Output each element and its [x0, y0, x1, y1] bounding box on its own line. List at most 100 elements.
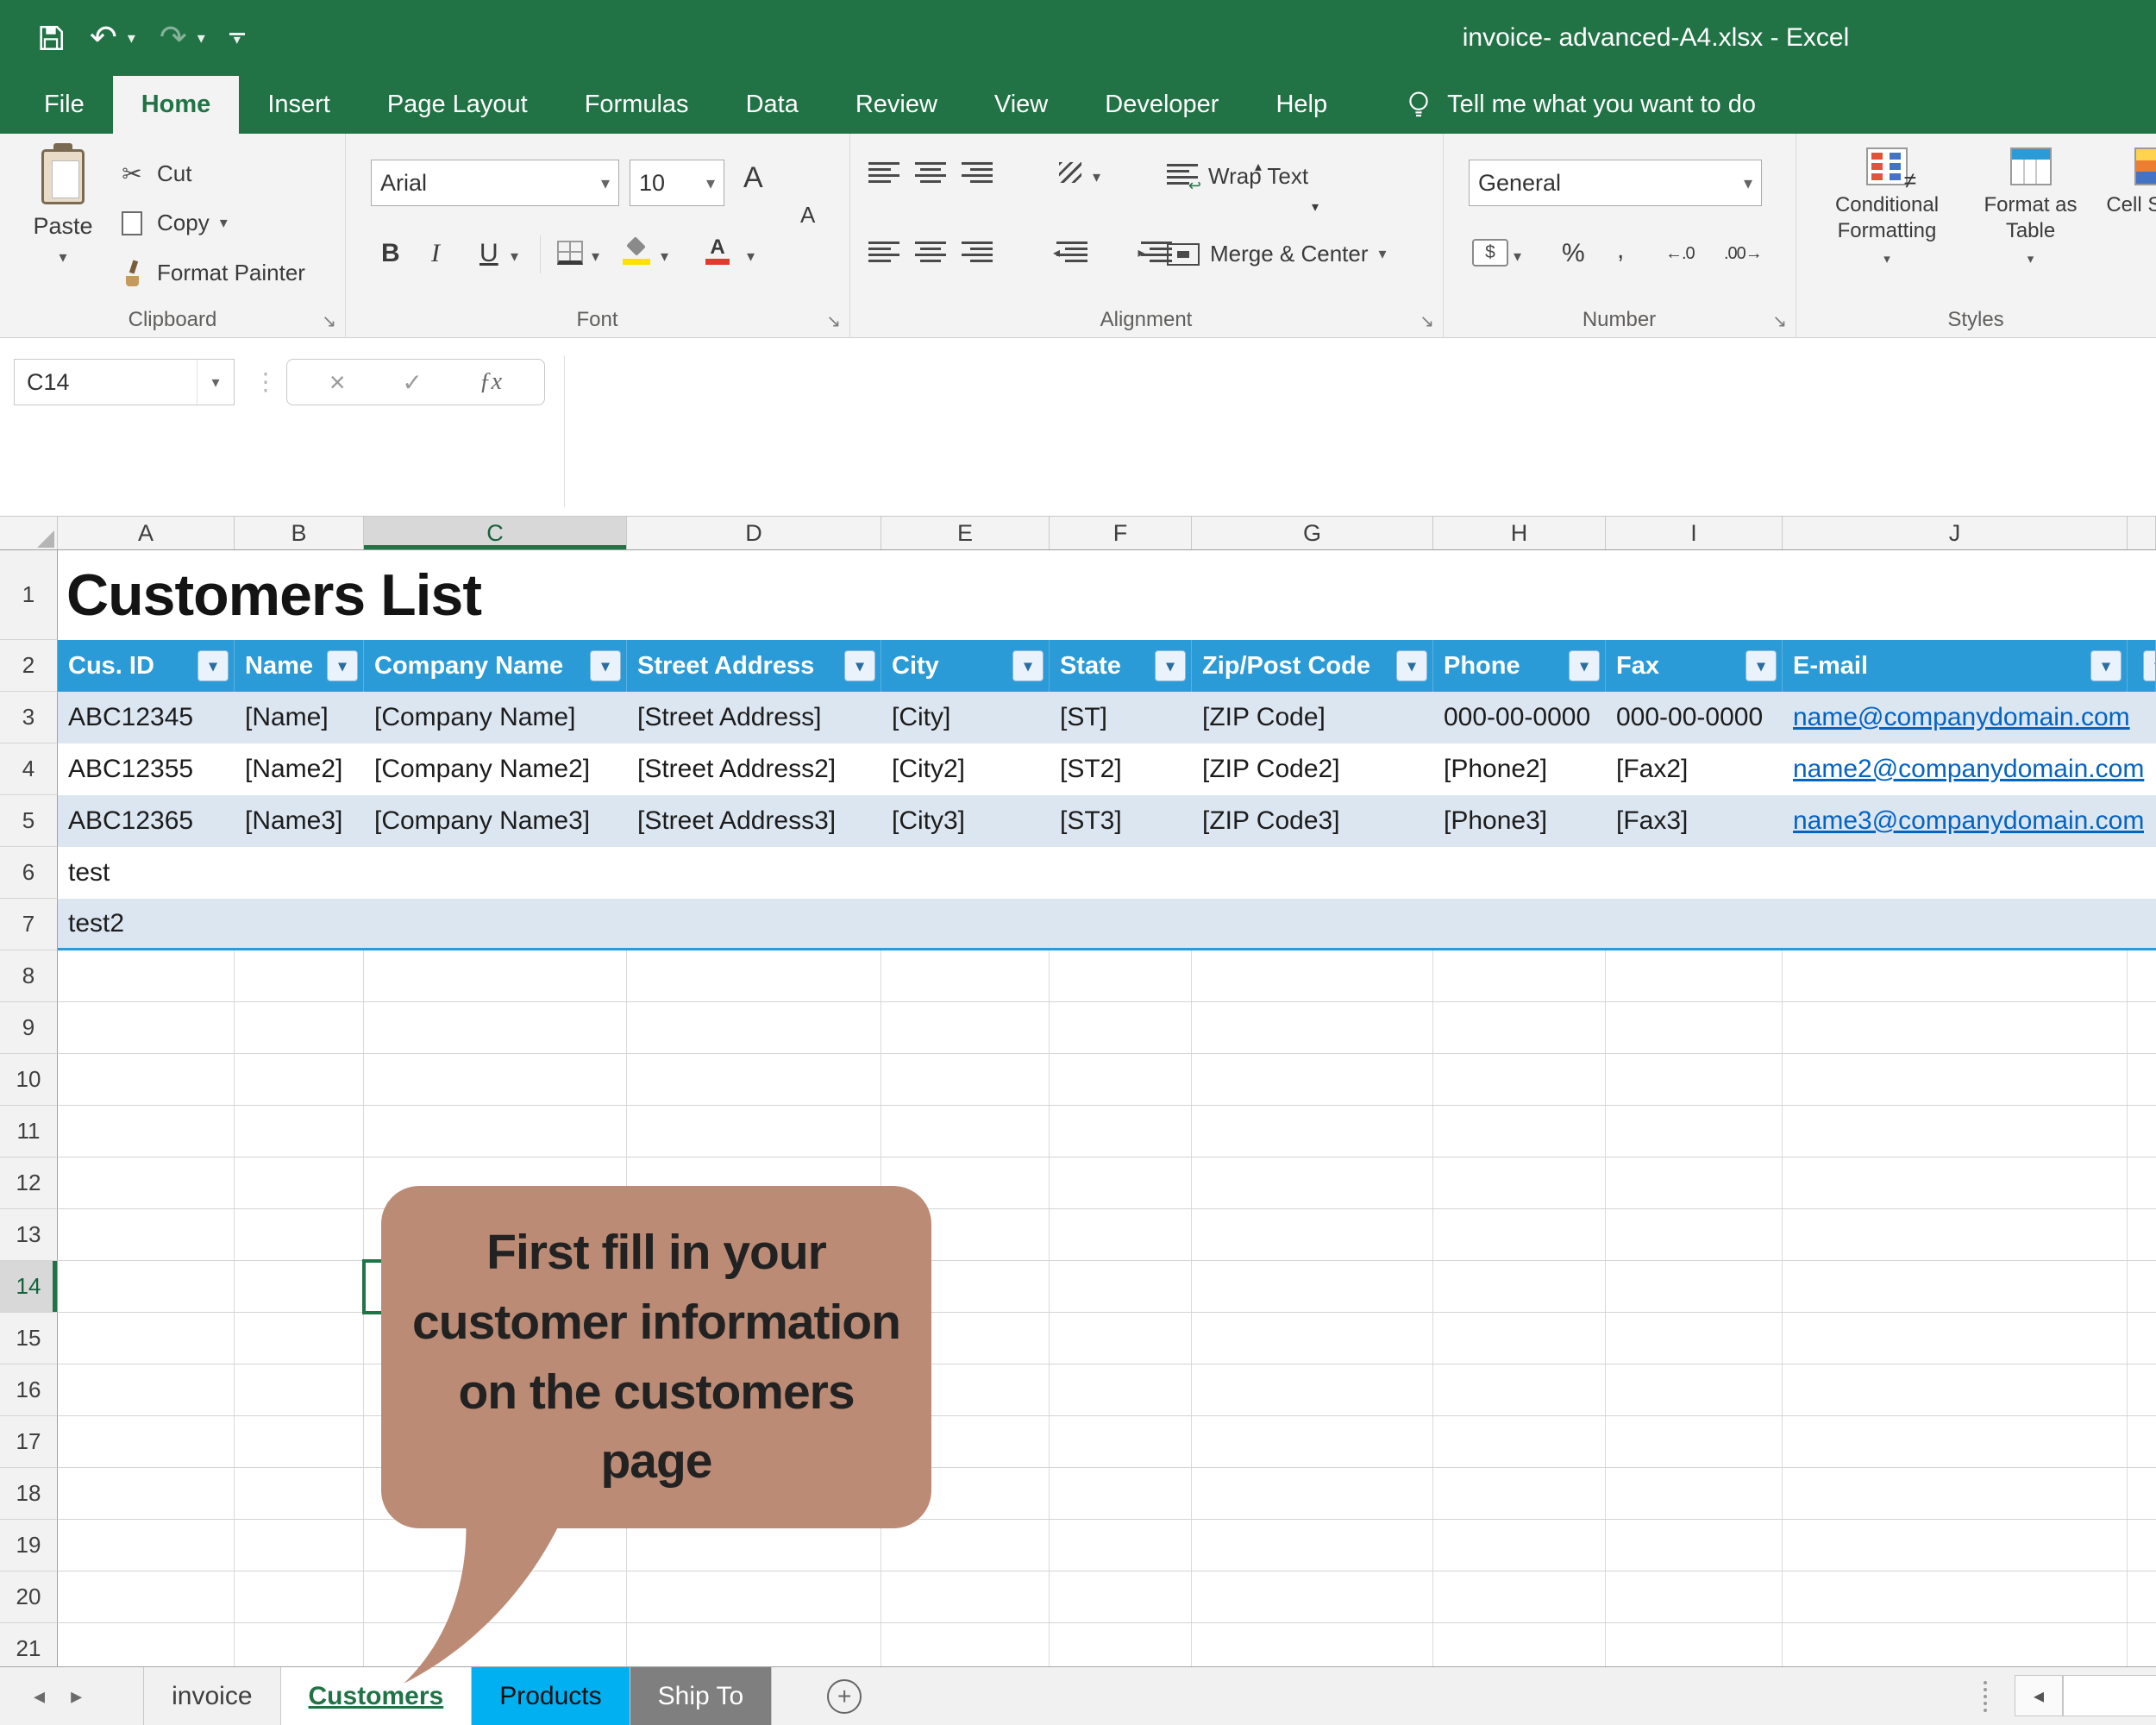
row-header[interactable]: 19 — [0, 1520, 58, 1571]
header-cell[interactable]: Phone ▾ — [1433, 640, 1606, 692]
grid-cells[interactable] — [58, 1209, 2156, 1261]
column-header-c[interactable]: C — [364, 517, 627, 549]
fill-color-button[interactable] — [623, 239, 652, 265]
grid-cells[interactable] — [58, 1468, 2156, 1520]
tell-me-box[interactable]: Tell me what you want to do — [1406, 76, 1756, 134]
cell[interactable]: [City] — [881, 692, 1050, 743]
conditional-formatting-button[interactable]: Conditional Formatting ▾ — [1813, 147, 1961, 267]
name-box[interactable]: C14 ▾ — [14, 359, 235, 405]
cell[interactable]: [Fax2] — [1606, 743, 1783, 795]
cell[interactable]: ABC12345 — [58, 692, 235, 743]
grid-cells[interactable] — [58, 1157, 2156, 1209]
tab-data[interactable]: Data — [718, 76, 827, 134]
grid-cells[interactable] — [58, 1364, 2156, 1416]
grid-cells[interactable] — [58, 1623, 2156, 1666]
cell[interactable]: [ST2] — [1050, 743, 1192, 795]
cell[interactable]: [Company Name2] — [364, 743, 627, 795]
font-family-select[interactable]: Arial ▾ — [371, 160, 619, 206]
horizontal-scrollbar[interactable] — [2063, 1675, 2156, 1716]
column-header-i[interactable]: I — [1606, 517, 1783, 549]
tab-file[interactable]: File — [16, 76, 113, 134]
column-header-h[interactable]: H — [1433, 517, 1606, 549]
row-header[interactable]: 12 — [0, 1157, 58, 1209]
cell[interactable]: [Company Name] — [364, 692, 627, 743]
cell[interactable] — [2144, 795, 2156, 847]
accounting-dropdown-icon[interactable]: ▾ — [1514, 248, 1521, 266]
column-header-f[interactable]: F — [1050, 517, 1192, 549]
name-box-dropdown-icon[interactable]: ▾ — [197, 360, 234, 405]
align-left-button[interactable] — [868, 239, 899, 263]
customize-toolbar-button[interactable]: ▾ — [229, 32, 245, 47]
align-bottom-button[interactable] — [962, 160, 993, 184]
header-cell[interactable]: Zip/Post Code ▾ — [1192, 640, 1433, 692]
number-format-select[interactable]: General ▾ — [1469, 160, 1762, 206]
cell-styles-button[interactable]: Cell Styles — [2099, 147, 2156, 218]
sheet-tab-ship-to[interactable]: Ship To — [630, 1667, 773, 1725]
tab-bar-resize-handle[interactable] — [1984, 1681, 1987, 1712]
cancel-entry-icon[interactable]: × — [329, 367, 346, 398]
previous-sheet-arrow[interactable]: ◂ — [21, 1667, 58, 1725]
row-header[interactable]: 18 — [0, 1468, 58, 1520]
row-header[interactable]: 3 — [0, 692, 58, 743]
font-color-dropdown-icon[interactable]: ▾ — [747, 248, 755, 266]
cell[interactable]: [Phone2] — [1433, 743, 1606, 795]
row-header[interactable]: 7 — [0, 899, 58, 950]
filter-button[interactable]: ▾ — [327, 650, 358, 681]
new-sheet-button[interactable]: + — [827, 1678, 862, 1714]
cell-a7[interactable]: test2 — [58, 899, 2156, 950]
row-header[interactable]: 5 — [0, 795, 58, 847]
row-header[interactable]: 10 — [0, 1054, 58, 1106]
tab-page-layout[interactable]: Page Layout — [359, 76, 556, 134]
cell[interactable]: ABC12365 — [58, 795, 235, 847]
email-link[interactable]: name3@companydomain.com — [1783, 795, 2145, 847]
tab-developer[interactable]: Developer — [1076, 76, 1247, 134]
header-cell[interactable]: Name ▾ — [235, 640, 364, 692]
row-header[interactable]: 17 — [0, 1416, 58, 1468]
cell-a1[interactable]: Customers List — [58, 550, 2156, 640]
tab-insert[interactable]: Insert — [239, 76, 359, 134]
cell[interactable] — [2129, 692, 2156, 743]
cell[interactable]: [ZIP Code2] — [1192, 743, 1433, 795]
formula-input[interactable] — [569, 359, 2156, 505]
sheet-tab-invoice[interactable]: invoice — [143, 1667, 281, 1725]
merge-center-button[interactable]: Merge & Center ▾ — [1167, 241, 1387, 267]
underline-dropdown-icon[interactable]: ▾ — [511, 248, 518, 266]
row-header[interactable]: 9 — [0, 1002, 58, 1054]
cell[interactable]: [ST3] — [1050, 795, 1192, 847]
row-header[interactable]: 13 — [0, 1209, 58, 1261]
tab-home[interactable]: Home — [112, 76, 240, 134]
horizontal-scroll-left-arrow[interactable]: ◂ — [2015, 1675, 2063, 1716]
grid-cells[interactable] — [58, 950, 2156, 1002]
orientation-button[interactable] — [1056, 160, 1084, 185]
cell[interactable]: [Company Name3] — [364, 795, 627, 847]
header-cell[interactable]: City ▾ — [881, 640, 1050, 692]
column-header-j[interactable]: J — [1783, 517, 2128, 549]
copy-button[interactable]: Copy ▾ — [115, 204, 228, 236]
row-header[interactable]: 11 — [0, 1106, 58, 1157]
header-cell[interactable]: ▾ — [2128, 640, 2156, 692]
cell[interactable]: 000-00-0000 — [1606, 692, 1783, 743]
row-header[interactable]: 16 — [0, 1364, 58, 1416]
clipboard-dialog-launcher[interactable]: ↘ — [322, 313, 336, 330]
borders-button[interactable] — [557, 241, 583, 265]
filter-button[interactable]: ▾ — [844, 650, 875, 681]
cell[interactable]: [Street Address3] — [627, 795, 881, 847]
filter-button[interactable]: ▾ — [1012, 650, 1044, 681]
confirm-entry-icon[interactable]: ✓ — [402, 368, 422, 397]
format-painter-button[interactable]: Format Painter — [117, 260, 305, 286]
filter-button[interactable]: ▾ — [1569, 650, 1600, 681]
cell[interactable] — [2144, 743, 2156, 795]
wrap-text-button[interactable]: ↩ Wrap Text — [1167, 161, 1308, 194]
fill-color-dropdown-icon[interactable]: ▾ — [661, 248, 668, 266]
filter-button[interactable]: ▾ — [2143, 650, 2155, 681]
column-header-a[interactable]: A — [58, 517, 235, 549]
copy-dropdown-icon[interactable]: ▾ — [220, 214, 228, 232]
merge-center-dropdown-icon[interactable]: ▾ — [1379, 245, 1387, 263]
insert-function-icon[interactable]: ƒx — [479, 368, 502, 396]
header-cell[interactable]: Company Name ▾ — [364, 640, 627, 692]
cell[interactable]: [Fax3] — [1606, 795, 1783, 847]
header-cell[interactable]: Fax ▾ — [1606, 640, 1783, 692]
paste-dropdown-icon[interactable]: ▾ — [59, 248, 66, 267]
filter-button[interactable]: ▾ — [1745, 650, 1777, 681]
row-header[interactable]: 1 — [0, 550, 58, 640]
